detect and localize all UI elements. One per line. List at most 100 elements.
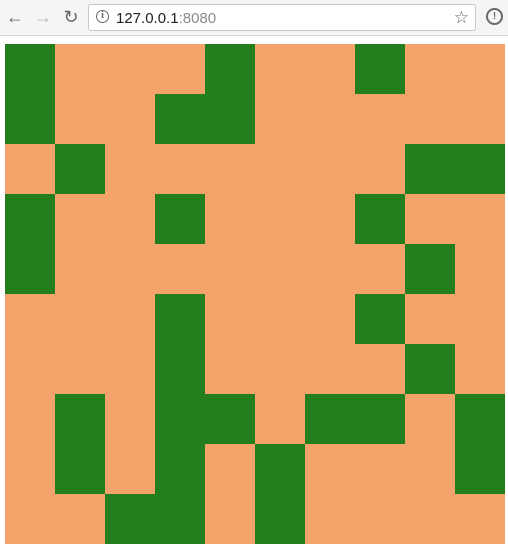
grid-cell-forest[interactable] xyxy=(155,194,205,244)
grid-cell-land[interactable] xyxy=(205,244,255,294)
grid-cell-forest[interactable] xyxy=(155,94,205,144)
grid-cell-land[interactable] xyxy=(305,144,355,194)
grid-cell-land[interactable] xyxy=(155,244,205,294)
grid-cell-land[interactable] xyxy=(55,294,105,344)
grid-cell-land[interactable] xyxy=(255,194,305,244)
grid-cell-forest[interactable] xyxy=(55,444,105,494)
grid-cell-land[interactable] xyxy=(405,394,455,444)
grid-cell-land[interactable] xyxy=(355,244,405,294)
grid-cell-land[interactable] xyxy=(205,144,255,194)
grid-cell-land[interactable] xyxy=(55,244,105,294)
grid-cell-land[interactable] xyxy=(155,144,205,194)
grid-cell-land[interactable] xyxy=(355,144,405,194)
grid-cell-land[interactable] xyxy=(455,44,505,94)
grid-cell-land[interactable] xyxy=(205,344,255,394)
grid-cell-land[interactable] xyxy=(405,494,455,544)
grid-cell-land[interactable] xyxy=(205,294,255,344)
grid-cell-land[interactable] xyxy=(305,444,355,494)
grid-cell-forest[interactable] xyxy=(355,294,405,344)
grid-cell-forest[interactable] xyxy=(455,394,505,444)
grid-cell-land[interactable] xyxy=(105,94,155,144)
grid-cell-land[interactable] xyxy=(455,244,505,294)
grid-cell-land[interactable] xyxy=(355,494,405,544)
grid-cell-forest[interactable] xyxy=(455,444,505,494)
grid-cell-land[interactable] xyxy=(5,394,55,444)
grid-cell-land[interactable] xyxy=(455,344,505,394)
grid-cell-land[interactable] xyxy=(5,494,55,544)
grid-cell-land[interactable] xyxy=(255,394,305,444)
grid-cell-land[interactable] xyxy=(255,44,305,94)
grid-cell-forest[interactable] xyxy=(55,394,105,444)
grid-cell-land[interactable] xyxy=(105,244,155,294)
grid-cell-forest[interactable] xyxy=(205,394,255,444)
grid-cell-forest[interactable] xyxy=(155,494,205,544)
grid-cell-forest[interactable] xyxy=(405,244,455,294)
grid-cell-forest[interactable] xyxy=(105,494,155,544)
grid-cell-land[interactable] xyxy=(255,344,305,394)
grid-cell-land[interactable] xyxy=(105,444,155,494)
grid-cell-land[interactable] xyxy=(455,94,505,144)
grid-cell-land[interactable] xyxy=(205,444,255,494)
grid-cell-land[interactable] xyxy=(5,294,55,344)
grid-cell-land[interactable] xyxy=(455,194,505,244)
back-arrow-icon[interactable]: ← xyxy=(4,6,26,28)
grid-cell-land[interactable] xyxy=(105,44,155,94)
grid-cell-land[interactable] xyxy=(205,494,255,544)
grid-cell-land[interactable] xyxy=(405,94,455,144)
grid-cell-land[interactable] xyxy=(455,494,505,544)
grid-cell-forest[interactable] xyxy=(55,144,105,194)
grid-cell-land[interactable] xyxy=(105,294,155,344)
grid-cell-land[interactable] xyxy=(5,344,55,394)
grid-cell-land[interactable] xyxy=(55,494,105,544)
grid-cell-land[interactable] xyxy=(105,144,155,194)
grid-cell-forest[interactable] xyxy=(255,444,305,494)
grid-cell-land[interactable] xyxy=(55,94,105,144)
forward-arrow-icon[interactable]: → xyxy=(32,6,54,28)
grid-cell-land[interactable] xyxy=(155,44,205,94)
grid-cell-forest[interactable] xyxy=(5,244,55,294)
grid-cell-land[interactable] xyxy=(255,294,305,344)
grid-cell-forest[interactable] xyxy=(205,44,255,94)
grid-cell-land[interactable] xyxy=(305,344,355,394)
grid-cell-land[interactable] xyxy=(55,44,105,94)
grid-cell-land[interactable] xyxy=(305,44,355,94)
grid-cell-forest[interactable] xyxy=(5,94,55,144)
reload-icon[interactable]: ↻ xyxy=(60,6,82,28)
grid-cell-land[interactable] xyxy=(105,344,155,394)
grid-cell-forest[interactable] xyxy=(155,394,205,444)
grid-cell-land[interactable] xyxy=(355,344,405,394)
grid-cell-land[interactable] xyxy=(455,294,505,344)
grid-cell-land[interactable] xyxy=(305,94,355,144)
grid-cell-forest[interactable] xyxy=(255,494,305,544)
grid-cell-land[interactable] xyxy=(255,244,305,294)
star-icon[interactable]: ☆ xyxy=(454,8,469,28)
grid-cell-land[interactable] xyxy=(255,144,305,194)
grid-cell-forest[interactable] xyxy=(155,444,205,494)
grid-cell-forest[interactable] xyxy=(355,194,405,244)
grid-cell-land[interactable] xyxy=(305,194,355,244)
extension-icon[interactable]: ! xyxy=(486,8,503,25)
grid-cell-forest[interactable] xyxy=(455,144,505,194)
grid-cell-forest[interactable] xyxy=(355,394,405,444)
grid-cell-forest[interactable] xyxy=(155,294,205,344)
grid-cell-land[interactable] xyxy=(105,194,155,244)
grid-cell-land[interactable] xyxy=(355,444,405,494)
grid-cell-forest[interactable] xyxy=(155,344,205,394)
grid-cell-land[interactable] xyxy=(305,494,355,544)
grid-cell-land[interactable] xyxy=(355,94,405,144)
grid-cell-forest[interactable] xyxy=(405,144,455,194)
tile-grid[interactable] xyxy=(5,44,505,544)
grid-cell-land[interactable] xyxy=(405,444,455,494)
grid-cell-land[interactable] xyxy=(55,194,105,244)
grid-cell-land[interactable] xyxy=(105,394,155,444)
address-bar[interactable]: i 127.0.0.1:8080 ☆ xyxy=(88,4,476,31)
grid-cell-forest[interactable] xyxy=(205,94,255,144)
grid-cell-forest[interactable] xyxy=(355,44,405,94)
grid-cell-forest[interactable] xyxy=(305,394,355,444)
grid-cell-land[interactable] xyxy=(305,294,355,344)
grid-cell-forest[interactable] xyxy=(5,194,55,244)
grid-cell-land[interactable] xyxy=(255,94,305,144)
grid-cell-land[interactable] xyxy=(405,294,455,344)
grid-cell-land[interactable] xyxy=(405,44,455,94)
grid-cell-land[interactable] xyxy=(5,144,55,194)
